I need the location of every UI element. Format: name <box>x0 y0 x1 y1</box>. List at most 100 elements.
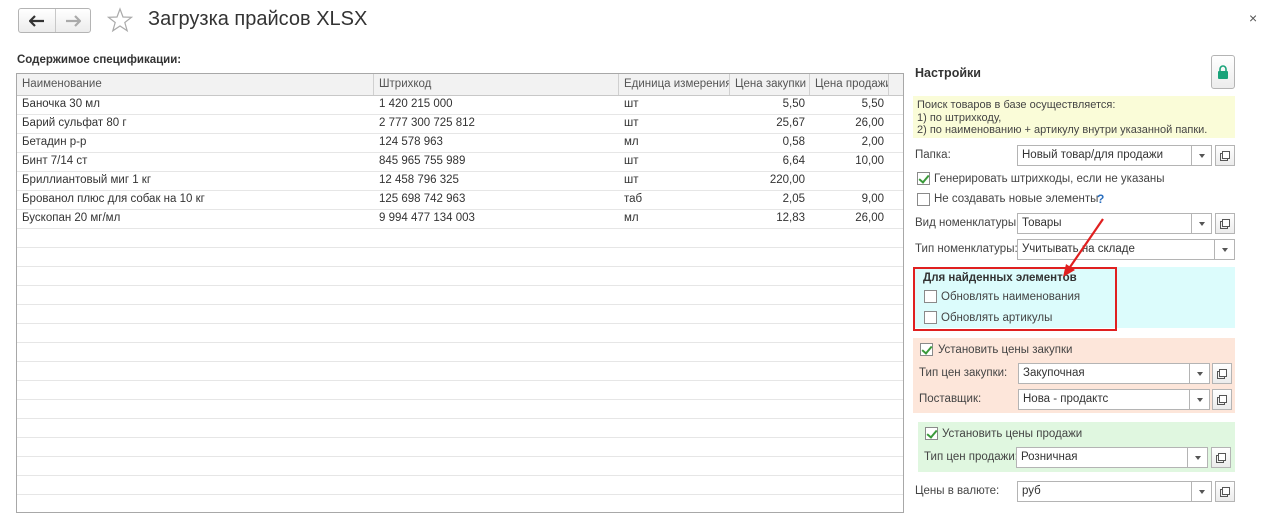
sale-price-type-field[interactable]: Розничная <box>1016 447 1188 468</box>
table-row[interactable] <box>17 495 903 512</box>
table-cell: Бускопан 20 мг/мл <box>22 212 121 224</box>
folder-label: Папка: <box>915 149 951 161</box>
table-row[interactable] <box>17 400 903 419</box>
table-cell: 2,05 <box>782 193 805 205</box>
table-row[interactable]: Барий сульфат 80 г 2 777 300 725 812 шт 25,… <box>17 115 903 134</box>
currency-open-button[interactable] <box>1215 481 1235 502</box>
column-header[interactable]: Единица измерения <box>619 74 730 95</box>
nom-type-field[interactable]: Учитывать на складе <box>1017 239 1215 260</box>
column-header[interactable]: Цена продажи <box>810 74 889 95</box>
table-cell <box>619 324 730 342</box>
table-cell: 12,83 <box>776 212 805 224</box>
table-row[interactable]: Бриллиантовый миг 1 кг 12 458 796 325 шт 22… <box>17 172 903 191</box>
purchase-price-type-dropdown-icon[interactable] <box>1190 363 1210 384</box>
forward-button[interactable] <box>54 9 91 32</box>
table-cell <box>730 286 810 304</box>
table-cell <box>17 438 374 456</box>
nom-kind-label: Вид номенклатуры: <box>915 217 1020 229</box>
table-row[interactable] <box>17 476 903 495</box>
set-sale-prices-checkbox[interactable] <box>925 427 938 440</box>
open-form-icon <box>1220 150 1230 161</box>
table-row[interactable] <box>17 305 903 324</box>
favorite-star-button[interactable] <box>106 7 134 36</box>
table-cell <box>730 419 810 437</box>
table-cell <box>17 343 374 361</box>
table-cell <box>730 438 810 456</box>
folder-dropdown-icon[interactable] <box>1192 145 1212 166</box>
table-cell: 6,64 <box>782 155 805 167</box>
table-cell: 220,00 <box>769 174 805 186</box>
nom-kind-dropdown-icon[interactable] <box>1192 213 1212 234</box>
table-row[interactable]: Брованол плюс для собак на 10 кг 125 698 … <box>17 191 903 210</box>
set-purchase-prices-checkbox[interactable] <box>920 343 933 356</box>
table-row[interactable] <box>17 362 903 381</box>
table-cell <box>619 286 730 304</box>
table-row[interactable] <box>17 438 903 457</box>
table-cell: 26,00 <box>855 117 884 129</box>
nom-type-dropdown-icon[interactable] <box>1215 239 1235 260</box>
table-cell <box>810 305 889 323</box>
supplier-open-button[interactable] <box>1212 389 1232 410</box>
sale-price-type-open-button[interactable] <box>1211 447 1231 468</box>
supplier-dropdown-icon[interactable] <box>1190 389 1210 410</box>
currency-field[interactable]: руб <box>1017 481 1192 502</box>
sale-price-type-dropdown-icon[interactable] <box>1188 447 1208 468</box>
purchase-price-type-open-button[interactable] <box>1212 363 1232 384</box>
nom-kind-field[interactable]: Товары <box>1017 213 1192 234</box>
table-cell: Брованол плюс для собак на 10 кг <box>22 193 205 205</box>
folder-open-button[interactable] <box>1215 145 1235 166</box>
table-row[interactable]: Бускопан 20 мг/мл 9 994 477 134 003 мл 12,8… <box>17 210 903 229</box>
column-header[interactable]: Цена закупки <box>730 74 810 95</box>
table-row[interactable]: Бинт 7/14 ст 845 965 755 989 шт 6,64 10,00 <box>17 153 903 172</box>
gen-barcodes-checkbox[interactable] <box>917 172 930 185</box>
nom-type-label: Тип номенклатуры: <box>915 243 1018 255</box>
table-cell <box>810 476 889 494</box>
table-cell <box>17 248 374 266</box>
table-row[interactable] <box>17 267 903 286</box>
open-form-icon <box>1217 394 1227 405</box>
close-icon[interactable]: × <box>1249 10 1257 26</box>
supplier-field[interactable]: Нова - продактс <box>1018 389 1190 410</box>
back-button[interactable] <box>19 9 55 32</box>
column-header[interactable]: Штрихкод <box>374 74 619 95</box>
info-line: 2) по наименованию + артикулу внутри ука… <box>917 124 1208 136</box>
spec-table[interactable]: Наименование Штрихкод Единица измерения Цен… <box>16 73 904 513</box>
table-cell: 124 578 963 <box>379 136 443 148</box>
table-cell <box>17 305 374 323</box>
help-icon[interactable]: ? <box>1097 192 1104 206</box>
table-row[interactable] <box>17 419 903 438</box>
table-row[interactable] <box>17 229 903 248</box>
no-new-elements-checkbox[interactable] <box>917 193 930 206</box>
table-row[interactable]: Бетадин р-р 124 578 963 мл 0,58 2,00 <box>17 134 903 153</box>
column-header[interactable]: Наименование <box>17 74 374 95</box>
table-cell <box>730 248 810 266</box>
table-cell: Бинт 7/14 ст <box>22 155 88 167</box>
supplier-label: Поставщик: <box>919 393 982 405</box>
sale-price-type-label: Тип цен продажи: <box>924 451 1018 463</box>
table-cell <box>374 457 619 475</box>
table-cell: мл <box>624 212 639 224</box>
table-row[interactable] <box>17 324 903 343</box>
table-cell <box>730 362 810 380</box>
table-cell <box>374 419 619 437</box>
currency-dropdown-icon[interactable] <box>1192 481 1212 502</box>
lock-button[interactable] <box>1211 55 1235 89</box>
nom-kind-open-button[interactable] <box>1215 213 1235 234</box>
table-row[interactable] <box>17 457 903 476</box>
table-cell <box>374 229 619 247</box>
table-row[interactable]: Баночка 30 мл 1 420 215 000 шт 5,50 5,50 <box>17 96 903 115</box>
purchase-price-type-label: Тип цен закупки: <box>919 367 1008 379</box>
arrow-right-icon <box>65 14 81 27</box>
folder-field[interactable]: Новый товар/для продажи <box>1017 145 1192 166</box>
table-row[interactable] <box>17 286 903 305</box>
table-cell <box>17 476 374 494</box>
table-row[interactable] <box>17 343 903 362</box>
table-cell: 2 777 300 725 812 <box>379 117 475 129</box>
table-cell <box>810 172 889 190</box>
table-row[interactable] <box>17 381 903 400</box>
table-row[interactable] <box>17 248 903 267</box>
open-form-icon <box>1216 452 1226 463</box>
arrow-left-icon <box>28 14 44 27</box>
purchase-price-type-field[interactable]: Закупочная <box>1018 363 1190 384</box>
table-cell <box>619 419 730 437</box>
